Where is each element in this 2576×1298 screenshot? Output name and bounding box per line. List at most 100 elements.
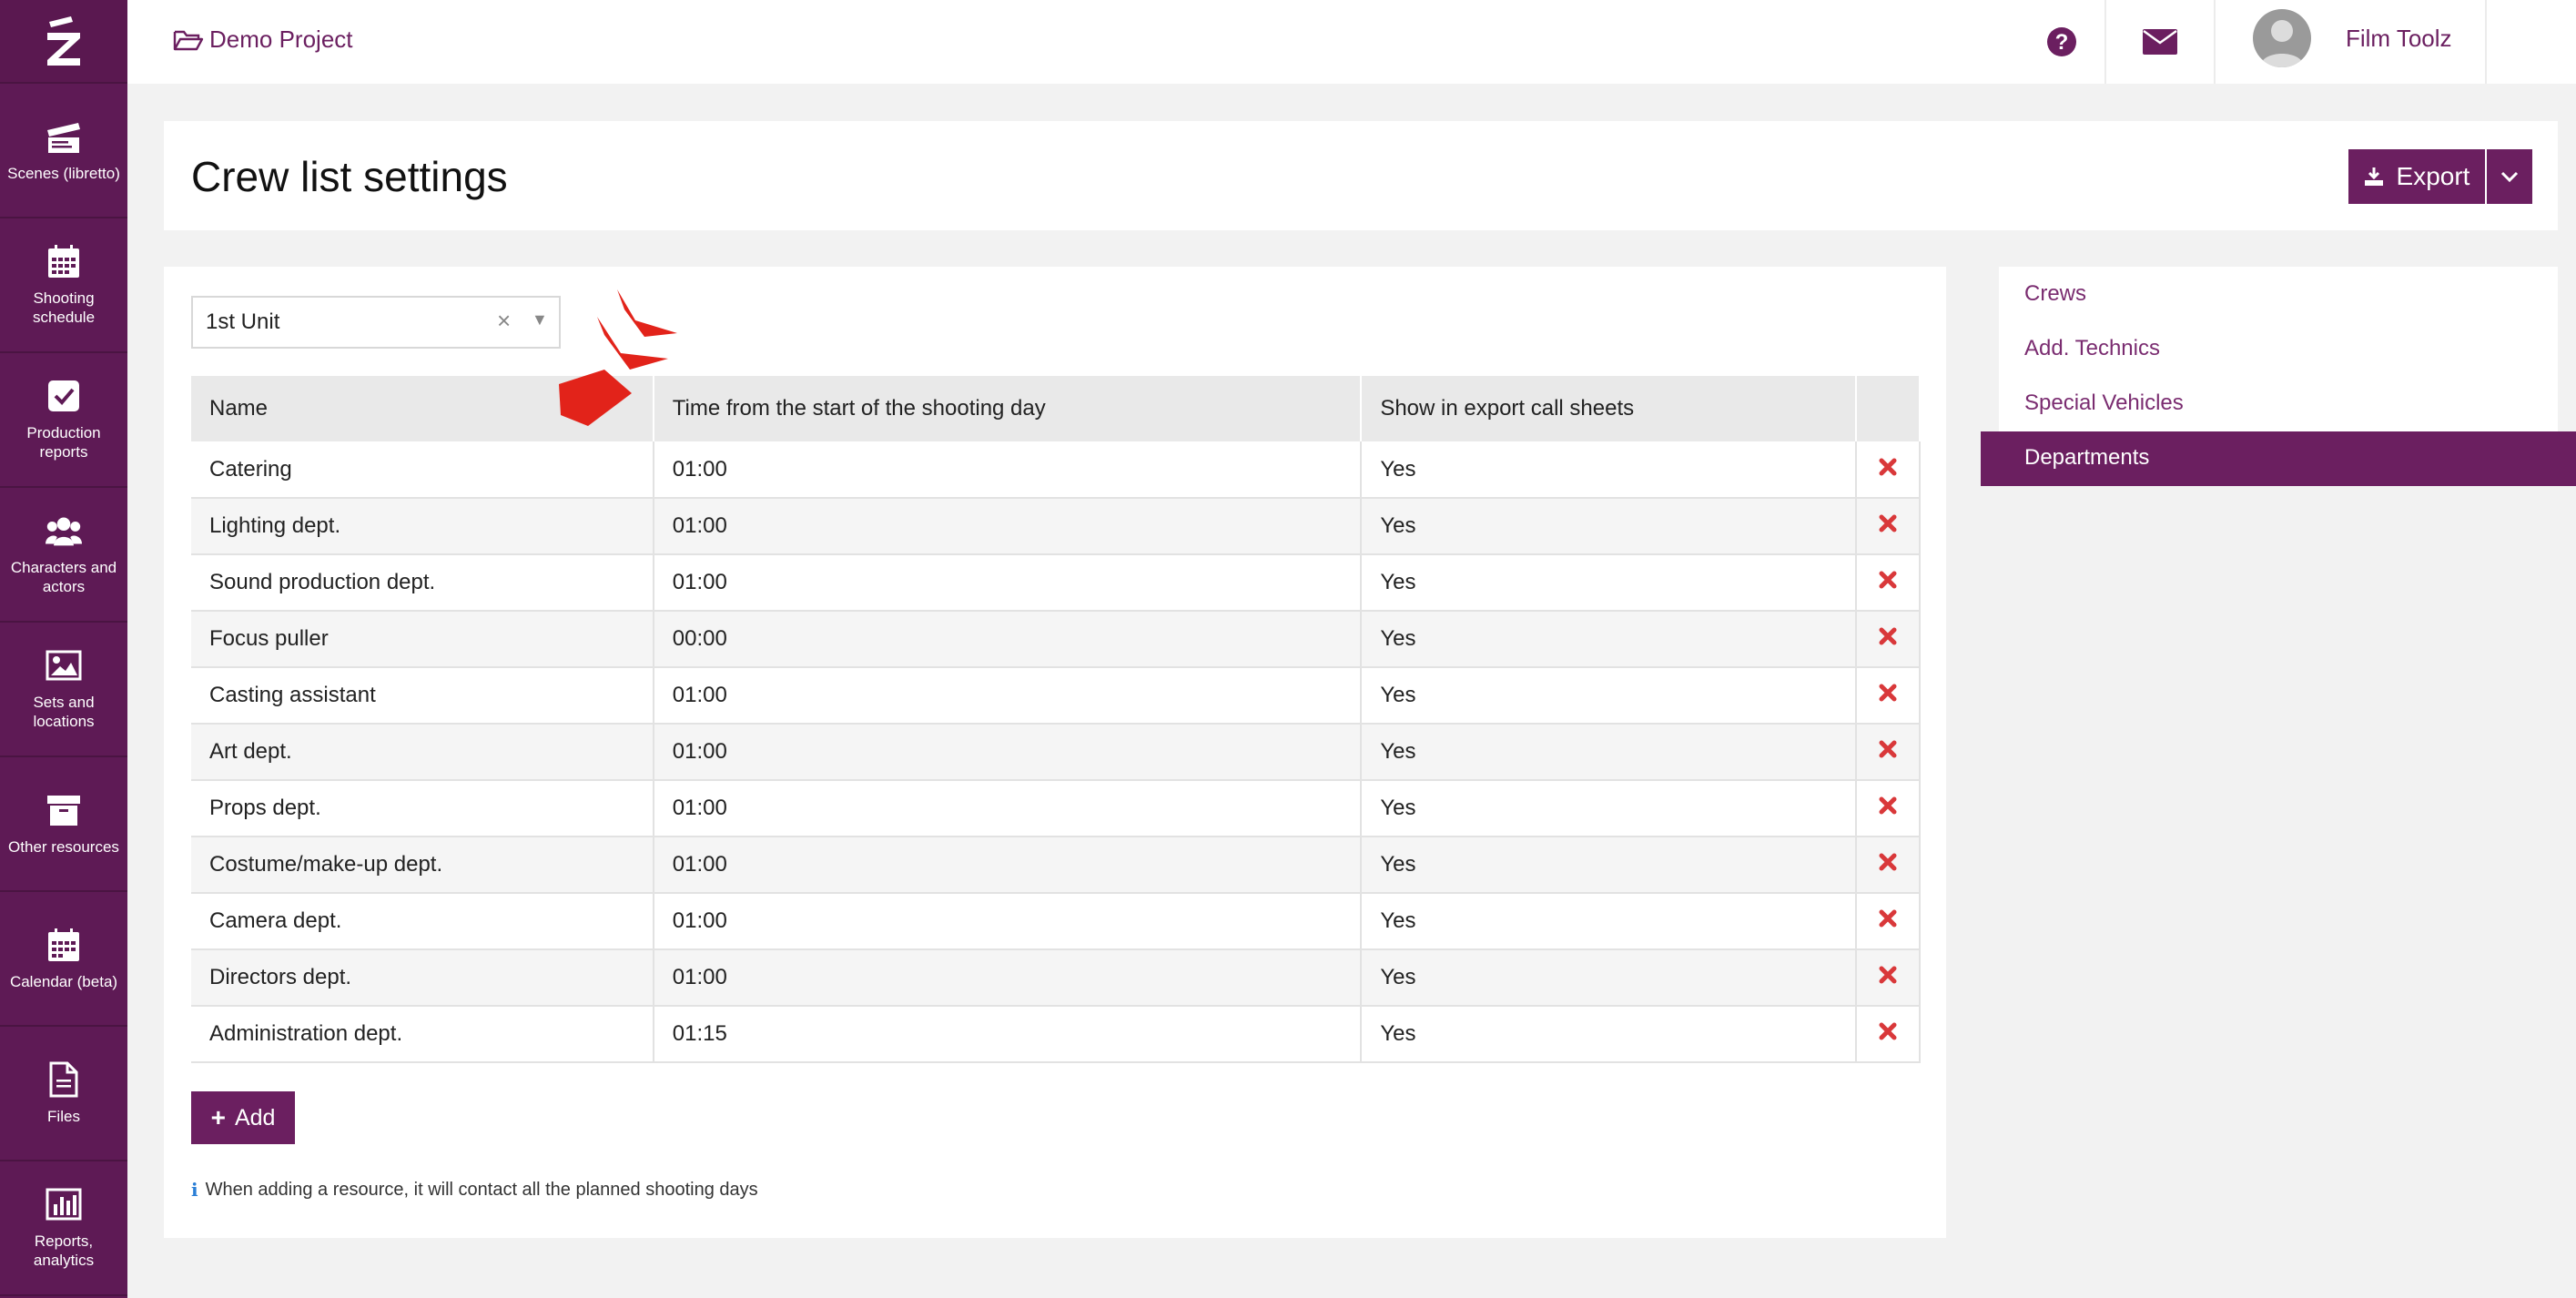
menu-item-special-vehicles[interactable]: Special Vehicles <box>2024 390 2184 416</box>
cell-time[interactable]: 01:00 <box>653 554 1363 612</box>
cell-time[interactable]: 01:00 <box>653 780 1363 837</box>
cell-show[interactable]: Yes <box>1361 837 1858 894</box>
table-row[interactable]: Camera dept. 01:00 Yes <box>191 893 1921 950</box>
delete-icon[interactable] <box>1879 1021 1897 1047</box>
cell-show[interactable]: Yes <box>1361 780 1858 837</box>
delete-icon[interactable] <box>1879 739 1897 765</box>
calendar-grid-icon <box>46 243 82 279</box>
avatar <box>2253 9 2311 67</box>
cell-time[interactable]: 01:00 <box>653 949 1363 1007</box>
cell-name[interactable]: Casting assistant <box>191 667 654 725</box>
cell-show[interactable]: Yes <box>1361 441 1858 499</box>
cell-time[interactable]: 01:00 <box>653 498 1363 555</box>
cell-delete <box>1856 498 1921 555</box>
clear-icon[interactable]: × <box>497 307 511 335</box>
departments-table: Name Time from the start of the shooting… <box>191 376 1921 1063</box>
messages-button[interactable] <box>2106 0 2214 84</box>
cell-name[interactable]: Catering <box>191 441 654 499</box>
table-row[interactable]: Art dept. 01:00 Yes <box>191 724 1921 781</box>
table-row[interactable]: Casting assistant 01:00 Yes <box>191 667 1921 725</box>
sidebar-item-label: Files <box>47 1107 80 1125</box>
user-menu[interactable]: Film Toolz <box>2253 9 2452 67</box>
table-row[interactable]: Lighting dept. 01:00 Yes <box>191 498 1921 555</box>
cell-name[interactable]: Props dept. <box>191 780 654 837</box>
cell-delete <box>1856 554 1921 612</box>
delete-icon[interactable] <box>1879 570 1897 595</box>
sidebar-item-characters-and-actors[interactable]: Characters and actors <box>0 488 127 623</box>
page-title: Crew list settings <box>191 153 508 200</box>
cell-show[interactable]: Yes <box>1361 893 1858 950</box>
cell-name[interactable]: Costume/make-up dept. <box>191 837 654 894</box>
export-dropdown-toggle[interactable] <box>2487 149 2532 204</box>
menu-item-departments-label: Departments <box>2024 445 2150 470</box>
table-row[interactable]: Catering 01:00 Yes <box>191 441 1921 499</box>
archive-box-icon <box>46 792 82 828</box>
table-row[interactable]: Directors dept. 01:00 Yes <box>191 949 1921 1007</box>
sidebar-item-files[interactable]: Files <box>0 1027 127 1161</box>
cell-show[interactable]: Yes <box>1361 667 1858 725</box>
cell-time[interactable]: 01:15 <box>653 1006 1363 1063</box>
cell-time[interactable]: 01:00 <box>653 837 1363 894</box>
sidebar-item-production-reports[interactable]: Production reports <box>0 353 127 488</box>
cell-time[interactable]: 01:00 <box>653 667 1363 725</box>
unit-select[interactable]: 1st Unit × ▼ <box>191 296 561 349</box>
sidebar-item-calendar-beta[interactable]: Calendar (beta) <box>0 892 127 1027</box>
cell-time[interactable]: 00:00 <box>653 611 1363 668</box>
main-panel: 1st Unit × ▼ Name Time from the start of… <box>164 267 1946 1238</box>
cell-time[interactable]: 01:00 <box>653 441 1363 499</box>
menu-item-departments[interactable]: Departments <box>1962 431 2576 486</box>
project-link[interactable]: Demo Project <box>173 25 353 54</box>
delete-icon[interactable] <box>1879 683 1897 708</box>
app-logo[interactable] <box>0 0 127 84</box>
cell-show[interactable]: Yes <box>1361 949 1858 1007</box>
sidebar-item-other-resources[interactable]: Other resources <box>0 757 127 892</box>
cell-show[interactable]: Yes <box>1361 611 1858 668</box>
cell-show[interactable]: Yes <box>1361 554 1858 612</box>
chevron-down-icon <box>2500 171 2519 182</box>
delete-icon[interactable] <box>1879 513 1897 539</box>
sidebar-item-label: Calendar (beta) <box>9 972 118 990</box>
sidebar-item-reports-analytics[interactable]: Reports, analytics <box>0 1161 127 1296</box>
delete-icon[interactable] <box>1879 852 1897 877</box>
cell-show[interactable]: Yes <box>1361 498 1858 555</box>
file-icon <box>46 1061 82 1098</box>
sidebar-item-label: Other resources <box>8 837 119 856</box>
menu-item-crews[interactable]: Crews <box>2024 281 2086 307</box>
sidebar-item-sets-and-locations[interactable]: Sets and locations <box>0 623 127 757</box>
table-row[interactable]: Costume/make-up dept. 01:00 Yes <box>191 837 1921 894</box>
delete-icon[interactable] <box>1879 965 1897 990</box>
export-button[interactable]: Export <box>2348 149 2485 204</box>
info-icon: i <box>191 1179 198 1201</box>
table-row[interactable]: Administration dept. 01:15 Yes <box>191 1006 1921 1063</box>
folder-open-icon <box>173 30 204 50</box>
table-row[interactable]: Sound production dept. 01:00 Yes <box>191 554 1921 612</box>
delete-icon[interactable] <box>1879 626 1897 652</box>
delete-icon[interactable] <box>1879 908 1897 934</box>
cell-name[interactable]: Art dept. <box>191 724 654 781</box>
cell-time[interactable]: 01:00 <box>653 724 1363 781</box>
cell-show[interactable]: Yes <box>1361 724 1858 781</box>
calendar-icon <box>46 927 82 963</box>
cell-name[interactable]: Lighting dept. <box>191 498 654 555</box>
table-row[interactable]: Focus puller 00:00 Yes <box>191 611 1921 668</box>
topbar-divider <box>2214 0 2216 84</box>
cell-name[interactable]: Administration dept. <box>191 1006 654 1063</box>
column-header-time[interactable]: Time from the start of the shooting day <box>653 376 1363 441</box>
table-row[interactable]: Props dept. 01:00 Yes <box>191 780 1921 837</box>
sidebar-item-shooting-schedule[interactable]: Shooting schedule <box>0 218 127 353</box>
column-header-show[interactable]: Show in export call sheets <box>1361 376 1858 441</box>
cell-name[interactable]: Sound production dept. <box>191 554 654 612</box>
menu-item-add-technics[interactable]: Add. Technics <box>2024 336 2160 361</box>
cell-name[interactable]: Camera dept. <box>191 893 654 950</box>
cell-name[interactable]: Directors dept. <box>191 949 654 1007</box>
envelope-icon <box>2143 29 2177 55</box>
add-button[interactable]: + Add <box>191 1091 295 1144</box>
help-button[interactable]: ? <box>2016 0 2107 84</box>
top-bar: Demo Project ? Film Toolz EN <box>127 0 2576 84</box>
delete-icon[interactable] <box>1879 457 1897 482</box>
cell-name[interactable]: Focus puller <box>191 611 654 668</box>
sidebar-item-scenes-libretto[interactable]: Scenes (libretto) <box>0 84 127 218</box>
delete-icon[interactable] <box>1879 796 1897 821</box>
cell-time[interactable]: 01:00 <box>653 893 1363 950</box>
cell-show[interactable]: Yes <box>1361 1006 1858 1063</box>
